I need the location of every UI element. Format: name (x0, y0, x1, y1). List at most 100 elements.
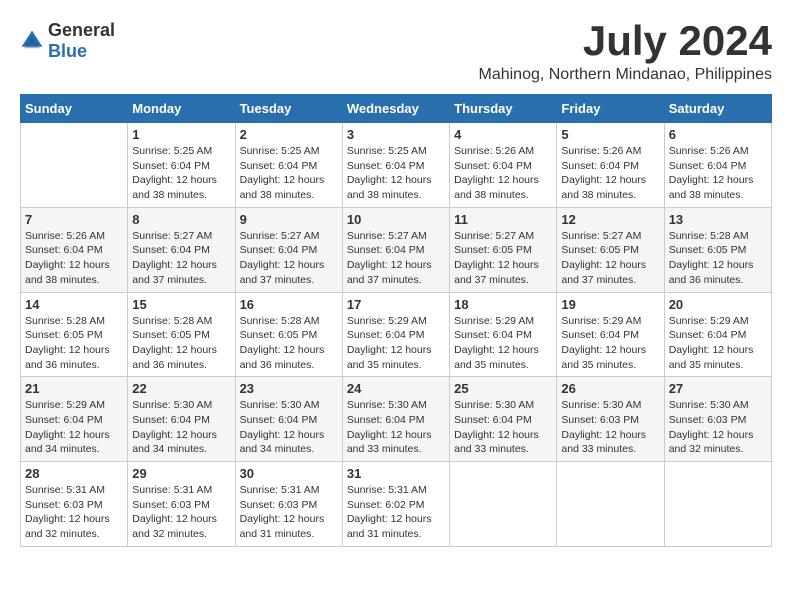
day-info: Sunrise: 5:31 AM Sunset: 6:02 PM Dayligh… (347, 483, 445, 542)
calendar-week-row: 14 Sunrise: 5:28 AM Sunset: 6:05 PM Dayli… (21, 292, 772, 377)
day-of-week-header: Friday (557, 95, 664, 123)
day-number: 17 (347, 297, 445, 312)
day-info: Sunrise: 5:27 AM Sunset: 6:05 PM Dayligh… (561, 229, 659, 288)
day-info: Sunrise: 5:27 AM Sunset: 6:04 PM Dayligh… (132, 229, 230, 288)
day-number: 8 (132, 212, 230, 227)
calendar-header-row: SundayMondayTuesdayWednesdayThursdayFrid… (21, 95, 772, 123)
calendar-cell: 6Sunrise: 5:26 AM Sunset: 6:04 PM Daylig… (664, 123, 771, 208)
day-number: 5 (561, 127, 659, 142)
calendar-week-row: 1 Sunrise: 5:25 AM Sunset: 6:04 PM Daylig… (21, 123, 772, 208)
day-info: Sunrise: 5:27 AM Sunset: 6:05 PM Dayligh… (454, 229, 552, 288)
calendar-cell: 30 Sunrise: 5:31 AM Sunset: 6:03 PM Dayli… (235, 462, 342, 547)
title-section: July 2024 Mahinog, Northern Mindanao, Ph… (478, 20, 772, 84)
calendar-week-row: 7Sunrise: 5:26 AM Sunset: 6:04 PM Daylig… (21, 207, 772, 292)
calendar-cell: 27Sunrise: 5:30 AM Sunset: 6:03 PM Dayli… (664, 377, 771, 462)
calendar-week-row: 28 Sunrise: 5:31 AM Sunset: 6:03 PM Dayli… (21, 462, 772, 547)
calendar-cell: 20 Sunrise: 5:29 AM Sunset: 6:04 PM Dayli… (664, 292, 771, 377)
calendar-cell: 24 Sunrise: 5:30 AM Sunset: 6:04 PM Dayli… (342, 377, 449, 462)
calendar-cell (664, 462, 771, 547)
day-number: 9 (240, 212, 338, 227)
calendar-week-row: 21 Sunrise: 5:29 AM Sunset: 6:04 PM Dayli… (21, 377, 772, 462)
calendar-cell: 18Sunrise: 5:29 AM Sunset: 6:04 PM Dayli… (450, 292, 557, 377)
day-number: 15 (132, 297, 230, 312)
logo-general: General (48, 20, 115, 40)
calendar-cell: 3Sunrise: 5:25 AM Sunset: 6:04 PM Daylig… (342, 123, 449, 208)
day-info: Sunrise: 5:30 AM Sunset: 6:03 PM Dayligh… (561, 398, 659, 457)
day-info: Sunrise: 5:28 AM Sunset: 6:05 PM Dayligh… (669, 229, 767, 288)
day-of-week-header: Sunday (21, 95, 128, 123)
day-number: 22 (132, 381, 230, 396)
calendar-cell: 17 Sunrise: 5:29 AM Sunset: 6:04 PM Dayli… (342, 292, 449, 377)
day-info: Sunrise: 5:27 AM Sunset: 6:04 PM Dayligh… (347, 229, 445, 288)
day-number: 30 (240, 466, 338, 481)
calendar-cell: 8 Sunrise: 5:27 AM Sunset: 6:04 PM Daylig… (128, 207, 235, 292)
calendar-cell: 7Sunrise: 5:26 AM Sunset: 6:04 PM Daylig… (21, 207, 128, 292)
calendar-cell: 1 Sunrise: 5:25 AM Sunset: 6:04 PM Daylig… (128, 123, 235, 208)
day-of-week-header: Thursday (450, 95, 557, 123)
day-info: Sunrise: 5:26 AM Sunset: 6:04 PM Dayligh… (669, 144, 767, 203)
day-info: Sunrise: 5:31 AM Sunset: 6:03 PM Dayligh… (132, 483, 230, 542)
calendar-cell (450, 462, 557, 547)
day-info: Sunrise: 5:29 AM Sunset: 6:04 PM Dayligh… (347, 314, 445, 373)
day-info: Sunrise: 5:28 AM Sunset: 6:05 PM Dayligh… (25, 314, 123, 373)
day-info: Sunrise: 5:29 AM Sunset: 6:04 PM Dayligh… (561, 314, 659, 373)
day-of-week-header: Monday (128, 95, 235, 123)
day-number: 28 (25, 466, 123, 481)
day-number: 18 (454, 297, 552, 312)
calendar-cell: 11 Sunrise: 5:27 AM Sunset: 6:05 PM Dayli… (450, 207, 557, 292)
calendar-cell: 21 Sunrise: 5:29 AM Sunset: 6:04 PM Dayli… (21, 377, 128, 462)
day-info: Sunrise: 5:28 AM Sunset: 6:05 PM Dayligh… (132, 314, 230, 373)
day-of-week-header: Tuesday (235, 95, 342, 123)
day-number: 27 (669, 381, 767, 396)
calendar-cell: 25Sunrise: 5:30 AM Sunset: 6:04 PM Dayli… (450, 377, 557, 462)
logo-icon (20, 29, 44, 53)
day-info: Sunrise: 5:30 AM Sunset: 6:04 PM Dayligh… (454, 398, 552, 457)
calendar-cell: 16 Sunrise: 5:28 AM Sunset: 6:05 PM Dayli… (235, 292, 342, 377)
day-number: 2 (240, 127, 338, 142)
calendar-cell: 22Sunrise: 5:30 AM Sunset: 6:04 PM Dayli… (128, 377, 235, 462)
day-number: 12 (561, 212, 659, 227)
calendar-table: SundayMondayTuesdayWednesdayThursdayFrid… (20, 94, 772, 547)
calendar-cell: 10Sunrise: 5:27 AM Sunset: 6:04 PM Dayli… (342, 207, 449, 292)
calendar-cell: 26 Sunrise: 5:30 AM Sunset: 6:03 PM Dayli… (557, 377, 664, 462)
day-of-week-header: Wednesday (342, 95, 449, 123)
calendar-body: 1 Sunrise: 5:25 AM Sunset: 6:04 PM Daylig… (21, 123, 772, 547)
day-number: 16 (240, 297, 338, 312)
day-number: 11 (454, 212, 552, 227)
day-number: 21 (25, 381, 123, 396)
day-number: 29 (132, 466, 230, 481)
day-info: Sunrise: 5:31 AM Sunset: 6:03 PM Dayligh… (25, 483, 123, 542)
day-info: Sunrise: 5:26 AM Sunset: 6:04 PM Dayligh… (561, 144, 659, 203)
day-number: 3 (347, 127, 445, 142)
calendar-cell: 9Sunrise: 5:27 AM Sunset: 6:04 PM Daylig… (235, 207, 342, 292)
day-info: Sunrise: 5:29 AM Sunset: 6:04 PM Dayligh… (669, 314, 767, 373)
day-of-week-header: Saturday (664, 95, 771, 123)
calendar-cell: 29 Sunrise: 5:31 AM Sunset: 6:03 PM Dayli… (128, 462, 235, 547)
day-info: Sunrise: 5:30 AM Sunset: 6:04 PM Dayligh… (240, 398, 338, 457)
calendar-cell: 23 Sunrise: 5:30 AM Sunset: 6:04 PM Dayli… (235, 377, 342, 462)
logo: General Blue (20, 20, 115, 62)
day-number: 24 (347, 381, 445, 396)
day-number: 14 (25, 297, 123, 312)
day-number: 26 (561, 381, 659, 396)
day-number: 20 (669, 297, 767, 312)
day-number: 1 (132, 127, 230, 142)
day-info: Sunrise: 5:25 AM Sunset: 6:04 PM Dayligh… (240, 144, 338, 203)
day-info: Sunrise: 5:31 AM Sunset: 6:03 PM Dayligh… (240, 483, 338, 542)
day-info: Sunrise: 5:29 AM Sunset: 6:04 PM Dayligh… (25, 398, 123, 457)
day-info: Sunrise: 5:28 AM Sunset: 6:05 PM Dayligh… (240, 314, 338, 373)
day-info: Sunrise: 5:25 AM Sunset: 6:04 PM Dayligh… (132, 144, 230, 203)
month-title: July 2024 (478, 20, 772, 62)
calendar-cell: 4Sunrise: 5:26 AM Sunset: 6:04 PM Daylig… (450, 123, 557, 208)
calendar-cell: 14 Sunrise: 5:28 AM Sunset: 6:05 PM Dayli… (21, 292, 128, 377)
location-title: Mahinog, Northern Mindanao, Philippines (478, 66, 772, 84)
day-number: 13 (669, 212, 767, 227)
calendar-cell: 13 Sunrise: 5:28 AM Sunset: 6:05 PM Dayli… (664, 207, 771, 292)
day-number: 23 (240, 381, 338, 396)
calendar-cell: 2 Sunrise: 5:25 AM Sunset: 6:04 PM Daylig… (235, 123, 342, 208)
day-info: Sunrise: 5:30 AM Sunset: 6:04 PM Dayligh… (347, 398, 445, 457)
day-info: Sunrise: 5:26 AM Sunset: 6:04 PM Dayligh… (25, 229, 123, 288)
logo-blue: Blue (48, 41, 87, 61)
calendar-cell: 31Sunrise: 5:31 AM Sunset: 6:02 PM Dayli… (342, 462, 449, 547)
calendar-cell: 28 Sunrise: 5:31 AM Sunset: 6:03 PM Dayli… (21, 462, 128, 547)
